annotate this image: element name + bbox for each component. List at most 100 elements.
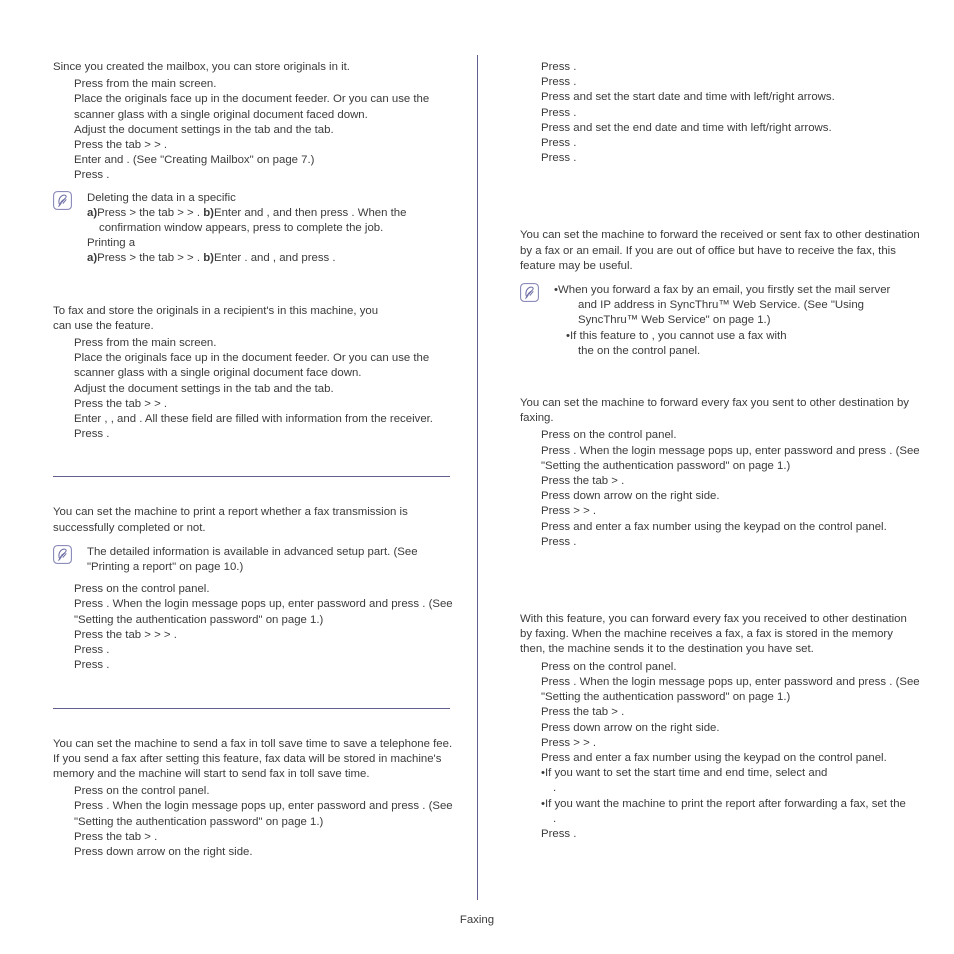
section-store-originals-in-mailbox: Since you created the mailbox, you can s… <box>53 60 453 184</box>
intro-line-2: can use the feature. <box>53 319 154 332</box>
step-item: Press . <box>541 61 577 73</box>
substep-text: Press > the tab > > . <box>97 252 201 265</box>
column-divider <box>477 55 478 900</box>
step-item: Press and set the end date and time with… <box>541 121 832 134</box>
substep-text-cont: confirmation window appears, press to co… <box>99 222 384 235</box>
bullet-line: . <box>553 782 557 795</box>
step-item: Press the tab > . <box>74 830 158 843</box>
step-item: Place the originals face up in the docum… <box>74 93 430 121</box>
step-item: Press from the main screen. <box>74 78 217 91</box>
procedure-steps-final: Press . <box>520 827 920 842</box>
step-item: Press and enter a fax number using the k… <box>541 751 887 764</box>
note-callout-report: The detailed information is available in… <box>53 544 453 575</box>
section-intro-text: Since you created the mailbox, you can s… <box>53 61 350 73</box>
section-heading-slot <box>520 381 920 396</box>
step-item: Press on the control panel. <box>541 660 677 673</box>
section-intro-text: You can set the machine to print a repor… <box>53 506 408 534</box>
note-callout-forwarding: •When you forward a fax by an email, you… <box>520 283 920 359</box>
page-footer: Faxing <box>0 914 954 926</box>
step-item: Press and set the start date and time wi… <box>541 91 835 104</box>
step-item: Press from the main screen. <box>74 337 217 350</box>
step-item: Press down arrow on the right side. <box>541 721 720 734</box>
manual-page: Since you created the mailbox, you can s… <box>0 0 954 954</box>
step-item: Press > > . <box>541 505 597 518</box>
section-intro-text: You can set the machine to forward every… <box>520 397 909 425</box>
note-bullet-line: and IP address in SyncThru™ Web Service.… <box>578 299 864 312</box>
step-item: Press the tab > > . <box>74 397 168 410</box>
substep-letter: b) <box>203 252 214 265</box>
section-fax-forwarding-overview: You can set the machine to forward the r… <box>520 228 920 359</box>
step-item: Press > > . <box>541 736 597 749</box>
procedure-steps: Press from the main screen. Place the or… <box>53 336 453 442</box>
step-item: Press . <box>541 535 577 548</box>
procedure-steps: Press from the main screen. Place the or… <box>53 77 453 183</box>
note-pen-icon <box>520 283 539 303</box>
step-item: Press . <box>74 659 110 672</box>
step-item: Enter , , and . All these field are fill… <box>74 413 433 426</box>
step-item: Press . When the login message pops up, … <box>74 598 453 626</box>
section-intro-text: With this feature, you can forward every… <box>520 613 907 656</box>
section-intro-text: You can set the machine to send a fax in… <box>53 737 453 780</box>
note-callout-mailbox: Deleting the data in a specific a)Press … <box>53 190 453 267</box>
step-item: Press . <box>74 169 110 182</box>
bullet-line: •If you want the machine to print the re… <box>541 797 906 810</box>
step-item: Press . <box>541 106 577 119</box>
intro-line-1: To fax and store the originals in a reci… <box>53 304 379 317</box>
right-column: Press . Press . Press and set the start … <box>520 60 920 842</box>
note-pen-icon <box>53 190 72 210</box>
substep-item: a)Press > the tab > > . <box>87 252 200 264</box>
note-bullet-line: SyncThru™ Web Service" on page 1.) <box>578 314 771 327</box>
procedure-steps: Press on the control panel. Press . When… <box>520 660 920 766</box>
step-item: Press . When the login message pops up, … <box>541 444 920 472</box>
section-forward-received-fax: With this feature, you can forward every… <box>520 612 920 842</box>
substep-text: Enter . and , and press . <box>213 252 336 265</box>
step-item: Enter and . (See "Creating Mailbox" on p… <box>74 154 315 167</box>
bullet-line: •If you want to set the start time and e… <box>541 767 828 780</box>
step-item: Press on the control panel. <box>74 583 210 596</box>
step-item: Adjust the document settings in the tab … <box>74 382 334 395</box>
step-item: Press the tab > . <box>541 475 625 488</box>
procedure-steps: Press . Press . Press and set the start … <box>520 60 920 166</box>
note-line: Deleting the data in a specific <box>87 191 236 204</box>
step-item: Press . When the login message pops up, … <box>74 800 453 828</box>
note-body: •When you forward a fax by an email, you… <box>554 283 920 359</box>
step-item: Press . <box>74 644 110 657</box>
step-item: Press the tab > > . <box>74 139 168 152</box>
step-item: Press and enter a fax number using the k… <box>541 520 887 533</box>
section-toll-save-continued: Press . Press . Press and set the start … <box>520 60 920 166</box>
bullet-line: . <box>553 812 557 825</box>
footer-label: Faxing <box>459 914 495 926</box>
step-item: Press . <box>541 827 577 840</box>
section-heading-slot <box>520 200 920 228</box>
step-item: Press down arrow on the right side. <box>74 845 253 858</box>
step-item: Place the originals face up in the docum… <box>74 352 430 380</box>
section-toll-save-sending: You can set the machine to send a fax in… <box>53 737 453 861</box>
section-heading-slot <box>53 709 453 737</box>
step-item: Press the tab > . <box>541 706 625 719</box>
step-item: Press on the control panel. <box>541 429 677 442</box>
substep-text: Enter and , and then press . When the <box>213 206 407 219</box>
section-intro-text: You can set the machine to forward the r… <box>520 229 920 272</box>
step-item: Press . <box>74 428 110 441</box>
step-item: Press . <box>541 137 577 150</box>
note-body: Deleting the data in a specific a)Press … <box>87 191 453 267</box>
procedure-steps: Press on the control panel. Press . When… <box>53 784 453 860</box>
step-item: Press on the control panel. <box>74 785 210 798</box>
step-item: Press the tab > > > . <box>74 628 177 641</box>
section-fax-to-recipient-mailbox: To fax and store the originals in a reci… <box>53 304 453 443</box>
section-forward-sent-fax: You can set the machine to forward every… <box>520 396 920 550</box>
note-bullet-line: •When you forward a fax by an email, you… <box>554 284 891 297</box>
note-body: The detailed information is available in… <box>87 545 418 574</box>
step-item: Press . <box>541 76 577 89</box>
section-heading-slot <box>53 289 453 304</box>
note-line: Printing a <box>87 237 136 250</box>
note-bullet-line: the on the control panel. <box>578 344 701 357</box>
section-intro-text: To fax and store the originals in a reci… <box>53 304 453 334</box>
procedure-steps: Press on the control panel. Press . When… <box>53 582 453 673</box>
left-column: Since you created the mailbox, you can s… <box>53 60 453 860</box>
substep-letter: a) <box>87 206 98 219</box>
section-print-transmission-report: You can set the machine to print a repor… <box>53 505 453 673</box>
substep-letter: b) <box>203 206 214 219</box>
note-pen-icon <box>53 544 72 564</box>
step-item: Press down arrow on the right side. <box>541 490 720 503</box>
